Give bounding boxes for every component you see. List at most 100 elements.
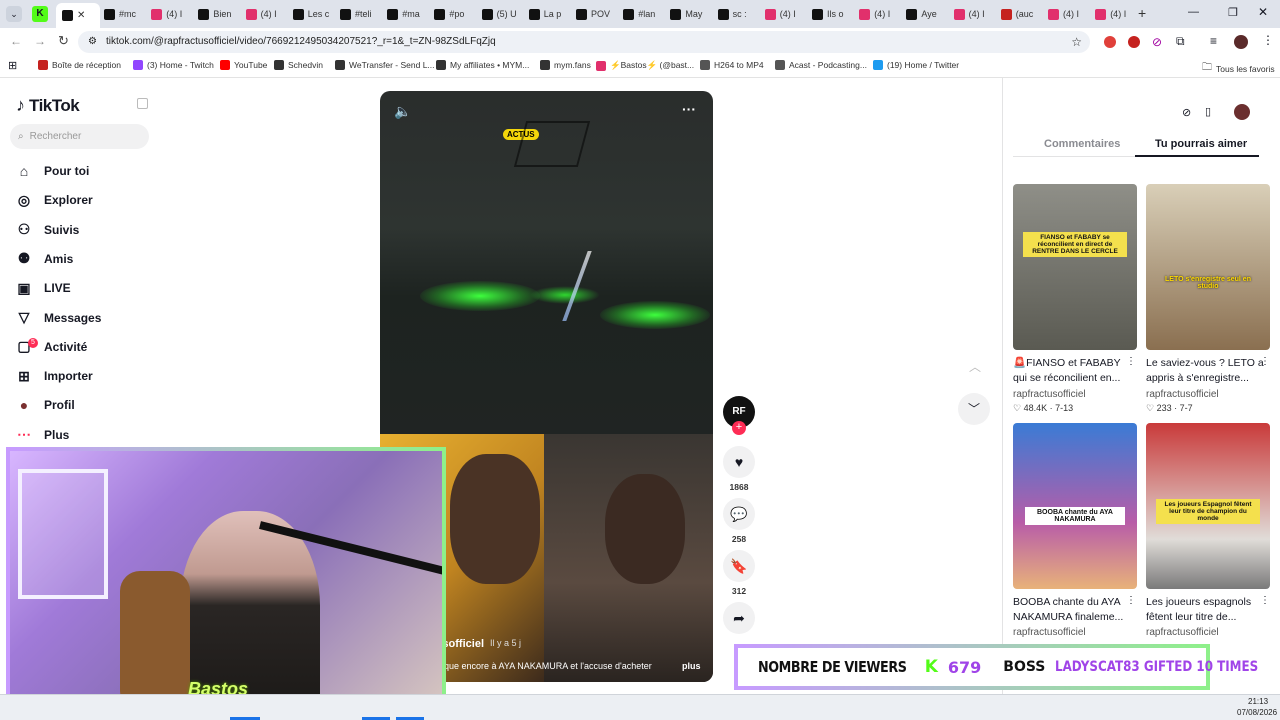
share-button[interactable]: ➦: [723, 602, 755, 634]
more-options-icon[interactable]: ⋮: [1126, 356, 1136, 367]
comment-button[interactable]: 💬: [723, 498, 755, 530]
all-bookmarks-button[interactable]: 🗀 Tous les favoris: [1202, 60, 1275, 77]
recommendation-author-3[interactable]: rapfractusofficiel: [1013, 627, 1086, 638]
nav-item-pour-toi[interactable]: ⌂ Pour toi: [16, 163, 90, 179]
next-video-button[interactable]: ﹀: [958, 393, 990, 425]
follow-plus-button[interactable]: +: [732, 421, 746, 435]
user-avatar[interactable]: [1234, 104, 1250, 120]
collapse-sidebar-icon[interactable]: [137, 98, 148, 109]
browser-tab[interactable]: #mc: [104, 4, 144, 24]
browser-tab[interactable]: (4) I: [1048, 4, 1088, 24]
browser-tab[interactable]: (4) I: [859, 4, 899, 24]
close-window-icon[interactable]: ✕: [1258, 5, 1268, 19]
browser-tab[interactable]: (4) I: [953, 4, 994, 24]
more-options-icon[interactable]: ⋮: [1260, 356, 1270, 367]
nav-item-live[interactable]: ▣ LIVE: [16, 280, 70, 296]
new-tab-button[interactable]: +: [1138, 5, 1146, 21]
save-button[interactable]: 🔖: [723, 550, 755, 582]
forward-icon[interactable]: →: [34, 34, 46, 48]
video-options-icon[interactable]: ···: [682, 101, 696, 117]
minimize-icon[interactable]: —: [1188, 6, 1199, 18]
pinned-tab-kick[interactable]: K: [32, 6, 48, 22]
extensions-puzzle-icon[interactable]: ⧉: [1176, 34, 1185, 49]
reload-icon[interactable]: ↻: [58, 33, 69, 49]
like-button[interactable]: ♥: [723, 446, 755, 478]
close-icon[interactable]: ✕: [77, 10, 85, 21]
browser-tab[interactable]: (4) I: [151, 4, 191, 24]
device-icon[interactable]: ▯: [1205, 105, 1211, 118]
compass-icon[interactable]: ⊘: [1182, 106, 1191, 119]
recommendation-thumbnail-1[interactable]: FIANSO et FABABY se réconcilient en dire…: [1013, 184, 1137, 350]
clock-date[interactable]: 07/08/2026: [1237, 708, 1277, 717]
browser-tab[interactable]: #po: [434, 4, 474, 24]
apps-grid-icon[interactable]: ⊞: [8, 59, 17, 72]
bookmark-item[interactable]: (3) Home - Twitch: [133, 60, 214, 70]
browser-tab[interactable]: sc :: [717, 4, 758, 24]
nav-item-activit-[interactable]: ▢ Activité: [16, 338, 87, 355]
video-author[interactable]: rapfractusofficiel Il y a 5 j: [444, 638, 521, 650]
recommendation-author-1[interactable]: rapfractusofficiel: [1013, 389, 1086, 400]
recommendation-author-2[interactable]: rapfractusofficiel: [1146, 389, 1219, 400]
nav-item-plus[interactable]: ⋯ Plus: [16, 426, 69, 443]
browser-tab[interactable]: May: [670, 4, 710, 24]
browser-tab[interactable]: (auc: [1000, 4, 1041, 24]
clock-time[interactable]: 21:13: [1248, 697, 1268, 706]
tab-search-button[interactable]: ⌄: [6, 6, 22, 22]
tab-you-may-like[interactable]: Tu pourrais aimer: [1155, 138, 1247, 150]
browser-tab[interactable]: (4) I: [764, 4, 805, 24]
browser-tab[interactable]: #teli: [340, 4, 380, 24]
more-options-icon[interactable]: ⋮: [1126, 595, 1136, 606]
browser-tab[interactable]: Aye: [906, 4, 946, 24]
browser-menu-icon[interactable]: ⋮: [1262, 33, 1274, 47]
nav-item-messages[interactable]: ▽ Messages: [16, 309, 102, 326]
recommendation-author-4[interactable]: rapfractusofficiel: [1146, 627, 1219, 638]
video-player[interactable]: 🔈 ··· ACTUS: [380, 91, 713, 434]
browser-tab[interactable]: #lan: [623, 4, 663, 24]
nav-item-suivis[interactable]: ⚇ Suivis: [16, 221, 80, 238]
more-options-icon[interactable]: ⋮: [1260, 595, 1270, 606]
extension-block-icon[interactable]: ⊘: [1152, 35, 1162, 49]
bookmark-star-icon[interactable]: ☆: [1071, 31, 1082, 53]
caption-more-link[interactable]: plus: [682, 661, 701, 671]
bookmark-item[interactable]: H264 to MP4: [700, 60, 764, 70]
bookmark-item[interactable]: ⚡Bastos⚡ (@bast...: [596, 60, 694, 71]
nav-item-importer[interactable]: ⊞ Importer: [16, 368, 93, 384]
browser-tab[interactable]: Bien: [198, 4, 238, 24]
nav-item-explorer[interactable]: ◎ Explorer: [16, 192, 93, 208]
nav-item-profil[interactable]: ● Profil: [16, 397, 75, 413]
bookmark-item[interactable]: WeTransfer - Send L...: [335, 60, 435, 70]
browser-tab[interactable]: (4) I: [245, 4, 286, 24]
bookmark-item[interactable]: My affiliates • MYM...: [436, 60, 529, 70]
bookmark-item[interactable]: Schedvin: [274, 60, 323, 70]
recommendation-thumbnail-3[interactable]: BOOBA chante du AYA NAKAMURA: [1013, 423, 1137, 589]
browser-profile-avatar[interactable]: [1234, 35, 1248, 49]
search-input[interactable]: ⌕ Rechercher: [10, 124, 149, 149]
tiktok-logo[interactable]: ♪ TikTok: [16, 95, 80, 116]
browser-tab[interactable]: Ils o: [812, 4, 852, 24]
bookmark-item[interactable]: YouTube: [220, 60, 267, 70]
browser-tab[interactable]: (4) I: [1095, 4, 1135, 24]
previous-video-button[interactable]: ︿: [960, 352, 990, 382]
browser-tab[interactable]: La p: [528, 4, 569, 24]
browser-tab[interactable]: #ma: [387, 4, 427, 24]
browser-tab[interactable]: Les c: [292, 4, 333, 24]
recommendation-title-4[interactable]: Les joueurs espagnols fêtent leur titre …: [1146, 595, 1264, 625]
recommendation-thumbnail-4[interactable]: Les joueurs Espagnol fêtent leur titre d…: [1146, 423, 1270, 589]
restore-icon[interactable]: ❐: [1228, 6, 1238, 19]
tab-active-tiktok[interactable]: ✕: [56, 3, 100, 28]
bookmark-item[interactable]: mym.fans: [540, 60, 591, 70]
nav-item-amis[interactable]: ⚉ Amis: [16, 250, 74, 267]
extension-abp-icon[interactable]: [1104, 36, 1116, 48]
media-control-icon[interactable]: ≡: [1210, 34, 1217, 48]
browser-tab[interactable]: POV: [576, 4, 616, 24]
back-icon[interactable]: ←: [10, 34, 22, 48]
bookmark-item[interactable]: (19) Home / Twitter: [873, 60, 959, 70]
volume-icon[interactable]: 🔈: [394, 103, 411, 120]
browser-tab[interactable]: (5) U: [481, 4, 522, 24]
bookmark-item[interactable]: Boîte de réception: [38, 60, 121, 70]
bookmark-item[interactable]: Acast - Podcasting...: [775, 60, 867, 70]
recommendation-title-1[interactable]: 🚨FIANSO et FABABY qui se réconcilient en…: [1013, 356, 1131, 386]
url-bar[interactable]: ⚙ tiktok.com/@rapfractusofficiel/video/7…: [78, 31, 1090, 53]
site-info-icon[interactable]: ⚙: [88, 31, 97, 53]
recommendation-title-3[interactable]: BOOBA chante du AYA NAKAMURA finaleme...: [1013, 595, 1131, 625]
